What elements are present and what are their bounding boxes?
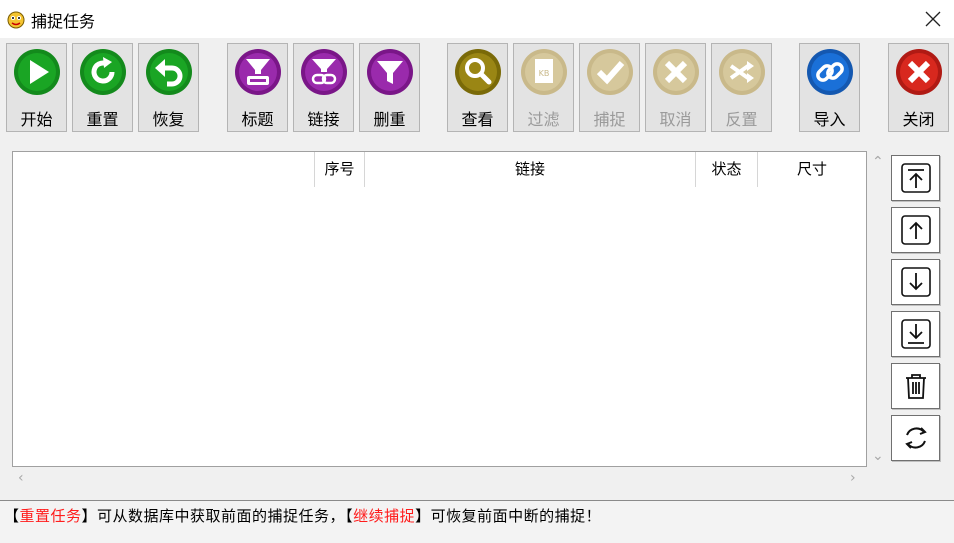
shuffle-icon xyxy=(719,49,765,95)
chain-link-icon xyxy=(807,49,853,95)
import-button[interactable]: 导入 xyxy=(799,43,860,132)
capture-label: 捕捉 xyxy=(593,110,626,129)
svg-text:KB: KB xyxy=(539,69,550,78)
title-bar: 捕捉任务 xyxy=(0,0,954,38)
column-header-link[interactable]: 链接 xyxy=(365,152,696,187)
link-filter-button[interactable]: 链接 xyxy=(293,43,354,132)
app-icon xyxy=(7,11,25,29)
close-label: 关闭 xyxy=(902,110,935,129)
cancel-label: 取消 xyxy=(659,110,692,129)
link-filter-label: 链接 xyxy=(307,110,340,129)
play-icon xyxy=(14,49,60,95)
bracket-close-2: 】 xyxy=(415,507,431,525)
column-header-size[interactable]: 尺寸 xyxy=(758,152,866,187)
close-icon[interactable] xyxy=(922,8,944,30)
reset-button[interactable]: 重置 xyxy=(72,43,133,132)
title-filter-button[interactable]: 标题 xyxy=(227,43,288,132)
view-label: 查看 xyxy=(461,110,494,129)
horizontal-scrollbar[interactable]: ‹ › xyxy=(12,467,868,491)
column-header-index[interactable]: 序号 xyxy=(315,152,365,187)
import-label: 导入 xyxy=(813,110,846,129)
bracket-open: 【 xyxy=(4,507,20,525)
move-up-button[interactable] xyxy=(891,207,940,253)
checkmark-icon xyxy=(587,49,633,95)
move-to-bottom-button[interactable] xyxy=(891,311,940,357)
invert-label: 反置 xyxy=(725,110,758,129)
move-to-top-button[interactable] xyxy=(891,155,940,201)
hint-text-1: 可从数据库中获取前面的捕捉任务， xyxy=(97,507,346,525)
close-circle-icon xyxy=(896,49,942,95)
toolbar: 开始 重置 恢复 标题 链接 删重 查看 KB 过滤 捕捉 取消 反置 导入 关… xyxy=(0,38,954,138)
move-bottom-icon xyxy=(901,319,931,349)
scroll-right-icon[interactable]: › xyxy=(850,471,856,485)
title-filter-label: 标题 xyxy=(241,110,274,129)
bracket-close: 】 xyxy=(81,507,98,525)
bracket-open-2: 【 xyxy=(345,507,354,525)
column-header-status[interactable]: 状态 xyxy=(696,152,758,187)
delete-button[interactable] xyxy=(891,363,940,409)
scroll-up-icon[interactable]: ⌃ xyxy=(872,155,884,169)
filter-label: 过滤 xyxy=(527,110,560,129)
document-filter-icon: KB xyxy=(521,49,567,95)
move-down-button[interactable] xyxy=(891,259,940,305)
invert-button[interactable]: 反置 xyxy=(711,43,772,132)
dedupe-button[interactable]: 删重 xyxy=(359,43,420,132)
column-header-blank[interactable] xyxy=(13,152,315,187)
capture-button[interactable]: 捕捉 xyxy=(579,43,640,132)
move-top-icon xyxy=(901,163,931,193)
x-circle-icon xyxy=(653,49,699,95)
refresh-button[interactable] xyxy=(891,415,940,461)
cancel-button[interactable]: 取消 xyxy=(645,43,706,132)
magnifier-icon xyxy=(455,49,501,95)
undo-icon xyxy=(146,49,192,95)
funnel-icon xyxy=(367,49,413,95)
hint-bar: 【重置任务】可从数据库中获取前面的捕捉任务，【继续捕捉】可恢复前面中断的捕捉！ xyxy=(0,500,954,543)
task-list[interactable]: 序号 链接 状态 尺寸 xyxy=(12,151,867,467)
vertical-scrollbar[interactable]: ⌃ ⌄ xyxy=(868,151,886,467)
funnel-title-icon xyxy=(235,49,281,95)
reset-task-hint: 重置任务 xyxy=(19,507,82,525)
restore-label: 恢复 xyxy=(152,110,185,129)
trash-icon xyxy=(906,374,926,399)
close-button[interactable]: 关闭 xyxy=(888,43,949,132)
arrow-up-icon xyxy=(901,215,931,245)
continue-capture-hint: 继续捕捉 xyxy=(353,507,416,525)
hint-text-2: 可恢复前面中断的捕捉！ xyxy=(430,507,602,525)
start-button[interactable]: 开始 xyxy=(6,43,67,132)
restore-button[interactable]: 恢复 xyxy=(138,43,199,132)
dedupe-label: 删重 xyxy=(373,110,406,129)
cycle-icon xyxy=(905,427,927,449)
view-button[interactable]: 查看 xyxy=(447,43,508,132)
funnel-link-icon xyxy=(301,49,347,95)
arrow-down-icon xyxy=(901,267,931,297)
reset-label: 重置 xyxy=(86,110,119,129)
refresh-icon xyxy=(80,49,126,95)
window-title: 捕捉任务 xyxy=(31,12,96,31)
scroll-left-icon[interactable]: ‹ xyxy=(18,471,24,485)
filter-button[interactable]: KB 过滤 xyxy=(513,43,574,132)
scroll-down-icon[interactable]: ⌄ xyxy=(872,449,884,463)
start-label: 开始 xyxy=(20,110,53,129)
